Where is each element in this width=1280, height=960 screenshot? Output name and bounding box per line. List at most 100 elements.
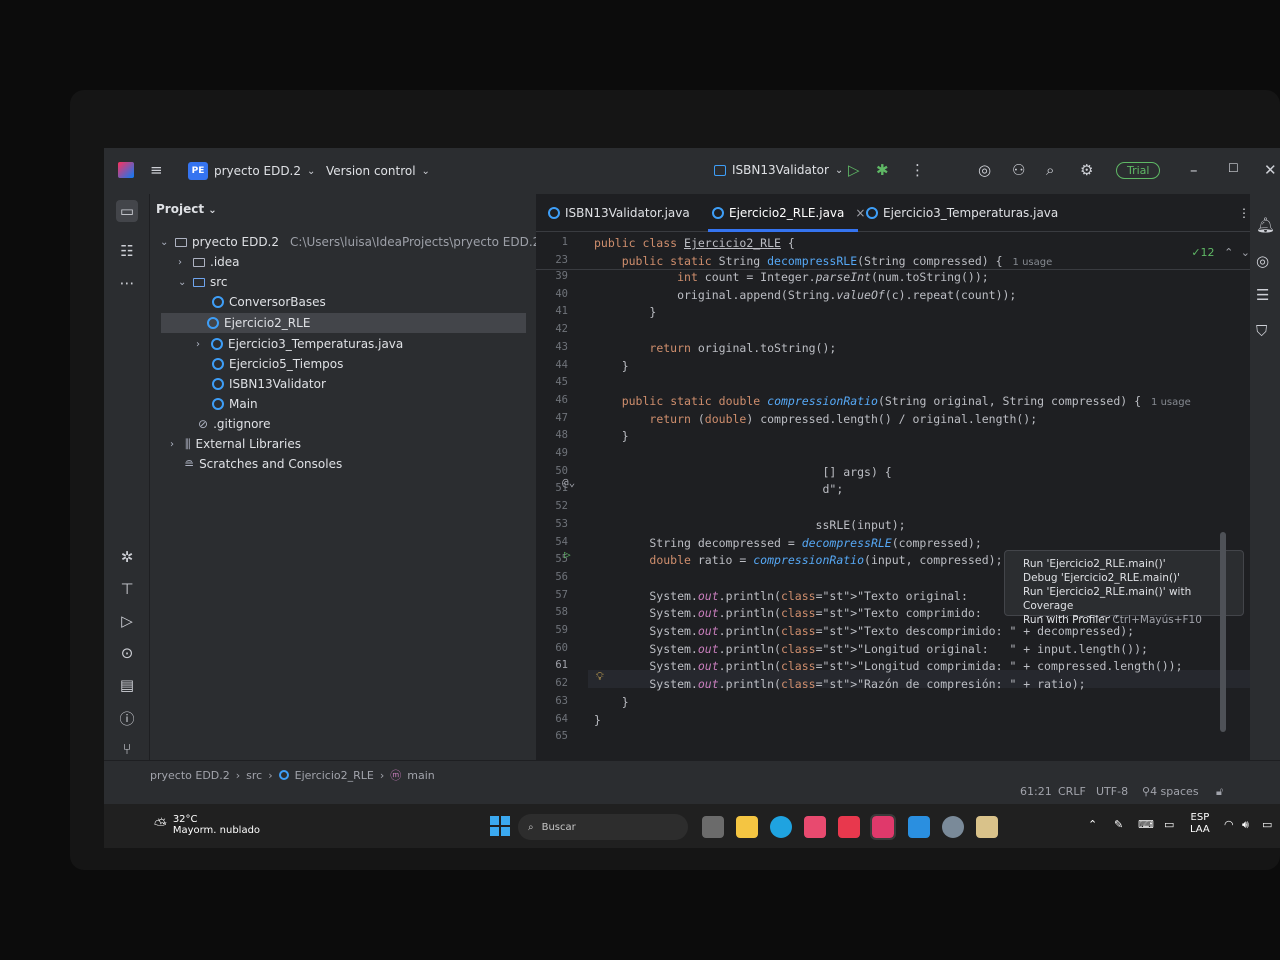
run-button[interactable]: ▷	[848, 161, 860, 179]
task-view-icon[interactable]	[702, 816, 724, 838]
tree-root[interactable]: ⌄ pryecto EDD.2 C:\Users\luisa\IdeaProje…	[160, 232, 540, 252]
project-folder-icon[interactable]: ▭	[116, 200, 138, 222]
ai-chat-icon[interactable]: ◎	[1256, 252, 1269, 270]
intellij-taskbar-icon[interactable]	[870, 814, 896, 840]
problems-icon[interactable]: ⓘ	[116, 708, 138, 729]
code-line[interactable]: }	[594, 713, 601, 727]
tree-item-main[interactable]: Main	[212, 394, 258, 414]
chevron-up-icon[interactable]: ⌃	[1224, 246, 1233, 259]
code-line[interactable]: int count = Integer.parseInt(num.toStrin…	[594, 270, 989, 284]
wps-icon[interactable]	[838, 816, 860, 838]
sticky-line-2[interactable]: public static String decompressRLE(Strin…	[594, 254, 1053, 268]
shield-icon[interactable]: ⛉	[1256, 322, 1267, 340]
code-line[interactable]: return original.toString();	[594, 341, 836, 355]
code-line[interactable]: String decompressed = decompressRLE(comp…	[594, 536, 981, 550]
popup-debug[interactable]: Debug 'Ejercicio2_RLE.main()'	[1023, 571, 1225, 585]
taskbar-search[interactable]: ⌕ Buscar	[518, 814, 688, 840]
vertical-scrollbar[interactable]	[1220, 532, 1226, 732]
code-line[interactable]: original.append(String.valueOf(c).repeat…	[594, 288, 1016, 302]
code-line[interactable]: }	[594, 695, 629, 709]
tab-ejercicio2-rle[interactable]: Ejercicio2_RLE.java ×	[712, 206, 865, 220]
maximize-button[interactable]: ☐	[1228, 161, 1239, 175]
code-editor[interactable]: 39 int count = Integer.parseInt(num.toSt…	[536, 232, 1280, 780]
file-explorer-icon[interactable]	[736, 816, 758, 838]
tiktok-icon[interactable]	[804, 816, 826, 838]
code-line[interactable]: }	[594, 359, 629, 373]
indent-setting[interactable]: ⚲ 4 spaces	[1142, 785, 1199, 798]
language-indicator[interactable]: ESP LAA	[1190, 812, 1210, 836]
start-button[interactable]	[490, 816, 510, 836]
code-line[interactable]: double ratio = compressionRatio(input, c…	[594, 553, 1002, 567]
structure-icon[interactable]: ☷	[116, 242, 138, 260]
debug-button[interactable]: ✱	[876, 161, 889, 179]
code-line[interactable]: System.out.println(class="st">"Longitud …	[594, 659, 1182, 673]
tree-item-ejercicio2-rle[interactable]: Ejercicio2_RLE	[161, 313, 526, 333]
lightbulb-icon[interactable]: 💡︎	[596, 670, 604, 684]
tree-item-ejercicio3[interactable]: › Ejercicio3_Temperaturas.java	[196, 334, 403, 354]
crumb-src[interactable]: src	[246, 769, 262, 782]
trial-badge[interactable]: Trial	[1116, 162, 1161, 179]
minimize-button[interactable]: –	[1190, 161, 1198, 179]
volume-icon[interactable]: 🔊︎	[1242, 818, 1249, 832]
code-line[interactable]: System.out.println(class="st">"Razón de …	[594, 677, 1085, 691]
read-only-toggle[interactable]: 🔓︎	[1216, 785, 1223, 799]
close-tab-icon[interactable]: ×	[855, 206, 865, 220]
line-separator[interactable]: CRLF	[1058, 785, 1086, 798]
file-encoding[interactable]: UTF-8	[1096, 785, 1128, 798]
app-icon[interactable]	[976, 816, 998, 838]
tree-item-gitignore[interactable]: ⊘ .gitignore	[198, 414, 270, 434]
display-icon[interactable]: ▭	[1164, 818, 1174, 831]
tree-item-ejercicio5[interactable]: Ejercicio5_Tiempos	[212, 354, 343, 374]
tree-item-scratches[interactable]: ≘ Scratches and Consoles	[184, 454, 342, 474]
code-line[interactable]: }	[594, 305, 656, 319]
code-line[interactable]: System.out.println(class="st">"Longitud …	[594, 642, 1148, 656]
more-actions-button[interactable]: ⋮	[910, 161, 925, 179]
tab-options-button[interactable]: ⋮	[1238, 206, 1250, 220]
ai-assistant-button[interactable]: ◎	[978, 161, 991, 179]
popup-run[interactable]: Run 'Ejercicio2_RLE.main()'	[1023, 557, 1225, 571]
inspection-counter[interactable]: ✓12 ⌃ ⌄	[1191, 246, 1250, 259]
git-branch-icon[interactable]: ⑂	[116, 740, 138, 758]
run-gutter-icon[interactable]: ▷	[564, 548, 571, 561]
tab-isbn13validator[interactable]: ISBN13Validator.java	[548, 206, 690, 220]
sticky-line-1[interactable]: public class Ejercicio2_RLE {	[594, 236, 795, 250]
build-hammer-icon[interactable]: ⊤	[116, 580, 138, 598]
close-window-button[interactable]: ✕	[1264, 161, 1277, 179]
tree-item-idea[interactable]: › .idea	[178, 252, 240, 272]
crumb-project[interactable]: pryecto EDD.2	[150, 769, 230, 782]
code-line[interactable]: ssRLE(input);	[594, 518, 906, 532]
code-with-me-button[interactable]: ⚇	[1012, 161, 1025, 179]
caret-position[interactable]: 61:21	[1020, 785, 1052, 798]
edge-icon[interactable]	[770, 816, 792, 838]
terminal-icon[interactable]: ▤	[116, 676, 138, 694]
tree-item-conversorbases[interactable]: ConversorBases	[212, 292, 326, 312]
tab-ejercicio3[interactable]: Ejercicio3_Temperaturas.java	[866, 206, 1058, 220]
network-pen-icon[interactable]: ✎	[1114, 818, 1123, 831]
database-icon[interactable]: ☰	[1256, 286, 1269, 304]
vcs-menu[interactable]: Version control ⌄	[326, 164, 430, 178]
code-line[interactable]: }	[594, 429, 629, 443]
wifi-icon[interactable]: ◠	[1224, 818, 1234, 831]
project-panel-header[interactable]: Project ⌄	[156, 202, 217, 216]
popup-profiler[interactable]: Run with Profiler Ctrl+Mayús+F10	[1023, 613, 1225, 627]
run-tool-icon[interactable]: ▷	[116, 612, 138, 630]
tree-item-isbn13[interactable]: ISBN13Validator	[212, 374, 326, 394]
code-line[interactable]: d";	[594, 482, 843, 496]
code-line[interactable]: return (double) compressed.length() / or…	[594, 412, 1037, 426]
tree-item-src[interactable]: ⌄ src	[178, 272, 228, 292]
debug-tool-icon[interactable]: ✲	[116, 548, 138, 566]
chevron-down-icon[interactable]: ⌄	[1241, 246, 1250, 259]
crumb-class[interactable]: Ejercicio2_RLE	[295, 769, 374, 782]
keyboard-icon[interactable]: ⌨	[1138, 818, 1154, 831]
code-line[interactable]: public static double compressionRatio(St…	[594, 394, 1191, 408]
battery-icon[interactable]: ▭	[1262, 818, 1272, 831]
weather-widget[interactable]: ⛅︎ 32°C Mayorm. nublado	[154, 814, 260, 836]
usage-hint[interactable]: 1 usage	[1151, 397, 1191, 408]
search-button[interactable]: ⌕	[1046, 161, 1054, 179]
services-icon[interactable]: ⊙	[116, 644, 138, 662]
settings-app-icon[interactable]	[942, 816, 964, 838]
usage-hint[interactable]: 1 usage	[1013, 257, 1053, 268]
tree-item-external-libraries[interactable]: › ⫼ External Libraries	[170, 434, 301, 454]
code-line[interactable]: [] args) {	[594, 465, 891, 479]
vscode-icon[interactable]	[908, 816, 930, 838]
